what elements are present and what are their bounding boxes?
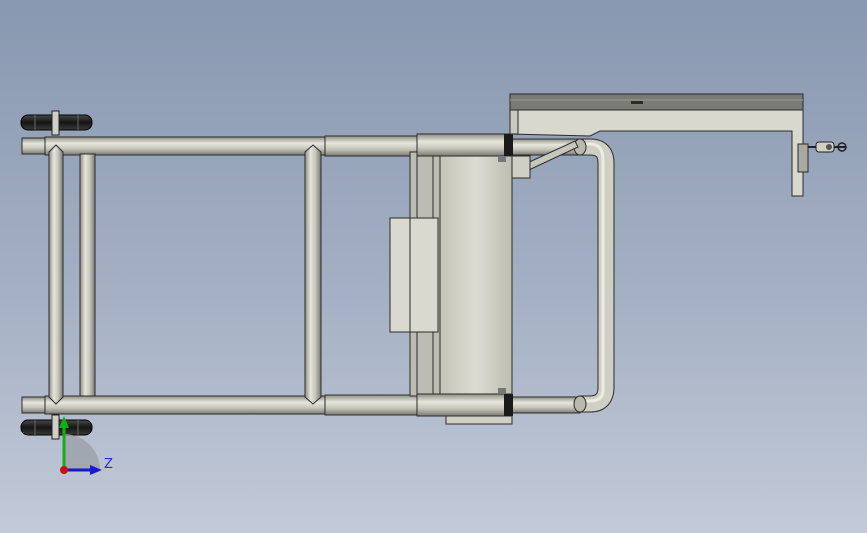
cross-bar-middle xyxy=(304,144,322,405)
handle-loop xyxy=(573,138,615,413)
cross-bar-second xyxy=(79,153,96,397)
pin-clip xyxy=(808,141,847,153)
pedal-plate xyxy=(389,217,439,333)
wheel-bottom xyxy=(20,414,93,440)
origin-dot xyxy=(60,466,68,474)
wheel-top xyxy=(20,110,93,136)
cad-viewport[interactable]: Z xyxy=(0,0,867,533)
cross-bar-front xyxy=(48,144,64,405)
cad-drawing: Z xyxy=(20,93,847,475)
z-axis-label: Z xyxy=(104,457,113,472)
